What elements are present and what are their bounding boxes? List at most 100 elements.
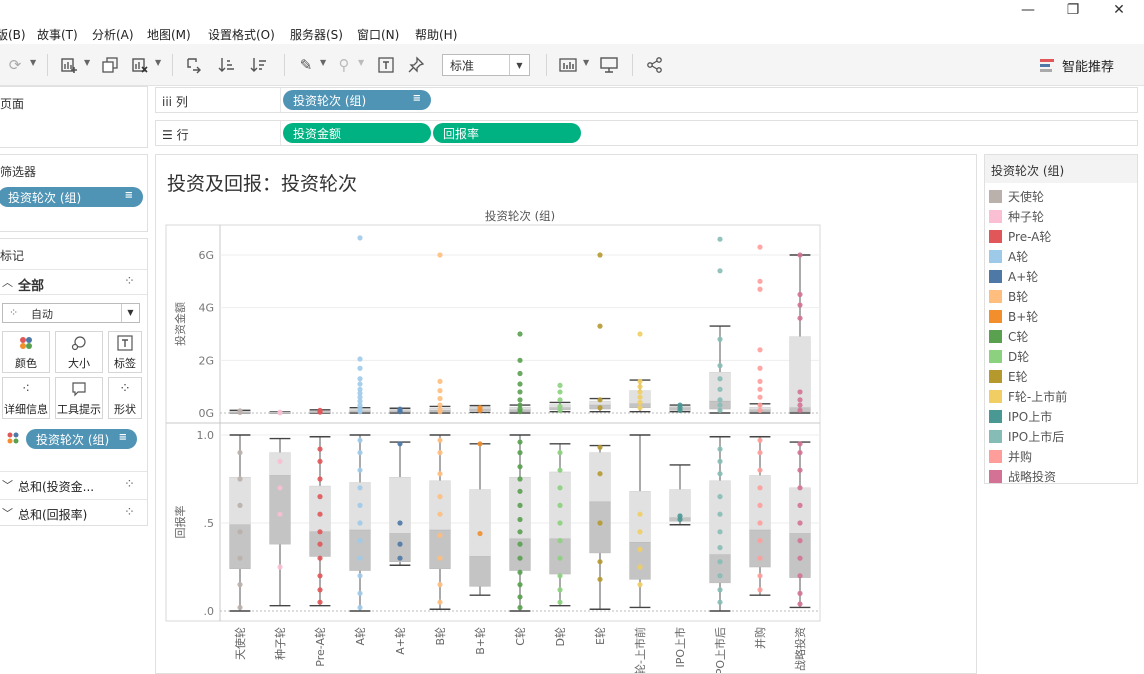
fit-dropdown[interactable]: 标准 ▼ xyxy=(442,54,530,76)
refresh-icon[interactable]: ⟳ xyxy=(2,52,28,78)
presentation-mode-icon[interactable] xyxy=(596,52,622,78)
show-me-button[interactable]: 智能推荐 xyxy=(1040,56,1114,75)
group-caret-icon[interactable]: ▼ xyxy=(358,58,364,67)
filter-pill[interactable]: 投资轮次 (组) ≡ xyxy=(0,187,143,207)
columns-shelf[interactable]: iii 列 投资轮次 (组) ≡ xyxy=(155,87,1138,113)
color-button[interactable]: 颜色 xyxy=(2,331,50,373)
columns-pill[interactable]: 投资轮次 (组) ≡ xyxy=(283,90,431,110)
box-plot-chart[interactable]: 投资轮次 (组) 0G 2G 4G 6G 投资金额 .0 .5 1.0 回报率天使轮 种子轮 Pre-… xyxy=(156,155,976,673)
highlight-icon[interactable]: ✎ xyxy=(293,52,319,78)
legend-item[interactable]: IPO上市后 xyxy=(989,427,1064,445)
x-category-label: 种子轮 xyxy=(273,627,287,660)
group-members-icon[interactable]: ⚲ xyxy=(331,52,357,78)
legend-item[interactable]: F轮-上市前 xyxy=(989,387,1067,405)
data-point xyxy=(557,397,563,403)
legend-item[interactable]: A+轮 xyxy=(989,267,1038,285)
data-point xyxy=(357,520,363,526)
data-point xyxy=(717,599,723,605)
data-point xyxy=(637,331,643,337)
sort-icon: ≡ xyxy=(118,432,127,443)
pin-icon[interactable] xyxy=(403,52,429,78)
menu-story[interactable]: 故事(T) xyxy=(37,26,78,43)
share-icon[interactable] xyxy=(642,52,668,78)
data-point xyxy=(677,402,683,408)
legend-item[interactable]: 种子轮 xyxy=(989,207,1044,225)
swap-rows-columns-icon[interactable] xyxy=(181,52,207,78)
mark-type-dropdown[interactable]: ⁘ 自动 ▼ xyxy=(2,303,140,323)
sort-descending-icon[interactable] xyxy=(246,52,272,78)
menu-help[interactable]: 帮助(H) xyxy=(415,26,457,43)
data-point xyxy=(797,520,803,526)
legend-item[interactable]: D轮 xyxy=(989,347,1029,365)
menu-dashboard[interactable]: 版(B) xyxy=(0,26,26,43)
legend-item[interactable]: E轮 xyxy=(989,367,1028,385)
tooltip-button[interactable]: 工具提示 xyxy=(55,377,103,419)
data-point xyxy=(437,582,443,588)
data-point xyxy=(437,494,443,500)
label-button[interactable]: 标签 xyxy=(108,331,142,373)
detail-button[interactable]: ⁖ 详细信息 xyxy=(2,377,50,419)
refresh-caret-icon[interactable]: ▼ xyxy=(30,58,36,67)
new-sheet-caret-icon[interactable]: ▼ xyxy=(84,58,90,67)
marks-all-label: 全部 xyxy=(18,279,45,294)
show-cards-icon[interactable] xyxy=(556,52,582,78)
legend-label: 天使轮 xyxy=(1008,189,1045,204)
data-point xyxy=(357,381,363,387)
rows-pill-amount[interactable]: 投资金额 xyxy=(283,123,431,143)
legend-item[interactable]: B+轮 xyxy=(989,307,1038,325)
color-legend: 投资轮次 (组) 天使轮 种子轮 Pre-A轮 A轮 A+轮 B轮 B+轮 C轮 D轮 E轮 F轮-… xyxy=(984,154,1138,484)
menu-analysis[interactable]: 分析(A) xyxy=(92,26,134,43)
menu-server[interactable]: 服务器(S) xyxy=(290,26,343,43)
data-point xyxy=(637,399,643,406)
data-point xyxy=(277,458,283,464)
y-tick-label: 2G xyxy=(198,354,214,367)
duplicate-sheet-icon[interactable] xyxy=(97,52,123,78)
data-point xyxy=(357,573,363,579)
sort-ascending-icon[interactable] xyxy=(214,52,240,78)
highlight-caret-icon[interactable]: ▼ xyxy=(320,58,326,67)
restore-button[interactable]: ❐ xyxy=(1063,2,1083,18)
clear-caret-icon[interactable]: ▼ xyxy=(155,58,161,67)
data-point xyxy=(797,555,803,561)
marks-all-row[interactable]: ︿ 全部 ⁘ xyxy=(0,269,147,295)
clear-sheet-icon[interactable] xyxy=(127,52,153,78)
rows-pill-return-label: 回报率 xyxy=(443,127,480,141)
shape-label: 形状 xyxy=(114,403,136,416)
show-cards-caret-icon[interactable]: ▼ xyxy=(583,58,589,67)
menu-format[interactable]: 设置格式(O) xyxy=(208,26,275,43)
data-point xyxy=(517,516,523,523)
data-point xyxy=(517,397,523,403)
legend-item[interactable]: C轮 xyxy=(989,327,1028,345)
legend-item[interactable]: A轮 xyxy=(989,247,1028,265)
legend-item[interactable]: 战略投资 xyxy=(989,467,1056,485)
marks-sum-return-row[interactable]: ﹀ 总和(回报率) ⁘ xyxy=(0,499,147,525)
legend-item[interactable]: Pre-A轮 xyxy=(989,227,1051,245)
data-point xyxy=(237,450,243,456)
show-labels-icon[interactable] xyxy=(373,52,399,78)
marks-sum-amount-row[interactable]: ﹀ 总和(投资金... ⁘ xyxy=(0,471,147,499)
menu-window[interactable]: 窗口(N) xyxy=(357,26,399,43)
shape-button[interactable]: ⁘ 形状 xyxy=(108,377,142,419)
show-me-label: 智能推荐 xyxy=(1062,60,1115,75)
data-point xyxy=(517,541,523,547)
x-category-label: IPO上市 xyxy=(673,627,687,668)
data-point xyxy=(797,407,803,413)
size-button[interactable]: 大小 xyxy=(55,331,103,373)
menu-map[interactable]: 地图(M) xyxy=(147,26,191,43)
minimize-button[interactable]: — xyxy=(1018,2,1038,18)
rows-pill-return[interactable]: 回报率 xyxy=(433,123,581,143)
legend-item[interactable]: 天使轮 xyxy=(989,187,1044,205)
legend-item[interactable]: B轮 xyxy=(989,287,1028,305)
close-button[interactable]: ✕ xyxy=(1109,2,1129,18)
legend-item[interactable]: IPO上市 xyxy=(989,407,1052,425)
color-field-pill[interactable]: 投资轮次 (组) ≡ xyxy=(26,429,137,449)
legend-item[interactable]: 并购 xyxy=(989,447,1032,465)
rows-shelf[interactable]: ☰ 行 投资金额 回报率 xyxy=(155,120,1138,146)
x-category-label: 战略投资 xyxy=(793,627,807,671)
data-point xyxy=(237,582,243,588)
data-point xyxy=(437,395,443,402)
new-sheet-icon[interactable] xyxy=(56,52,82,78)
data-point xyxy=(637,511,643,517)
data-point xyxy=(437,511,443,517)
data-point xyxy=(757,467,763,473)
